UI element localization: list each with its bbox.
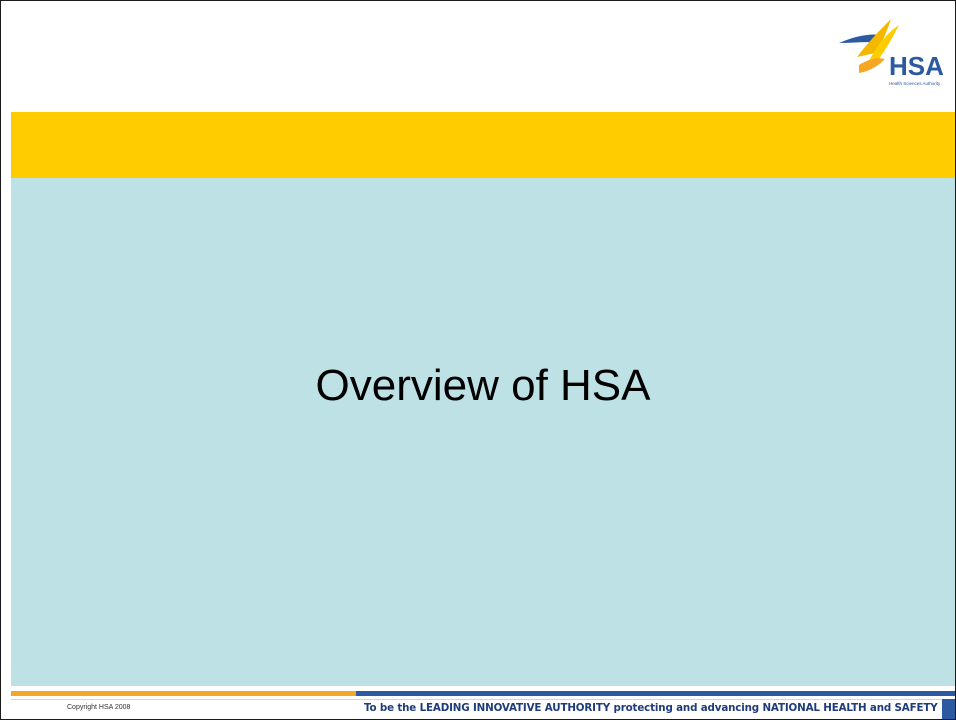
footer-tagline: To be the LEADING INNOVATIVE AUTHORITY p… [364,702,938,714]
footer-accent-blue [356,691,955,696]
title-panel: Overview of HSA [11,178,955,686]
svg-text:HSA: HSA [889,51,944,81]
svg-text:Health Sciences Authority: Health Sciences Authority [889,81,941,86]
slide: HSA Health Sciences Authority Overview o… [0,0,956,720]
footer-divider [11,699,955,700]
copyright-text: Copyright HSA 2008 [67,704,131,711]
header-accent-band [11,112,955,178]
footer-corner-block [942,699,955,719]
footer-accent-orange [11,691,356,696]
hsa-logo-icon: HSA Health Sciences Authority [829,13,955,95]
slide-title: Overview of HSA [315,361,651,410]
